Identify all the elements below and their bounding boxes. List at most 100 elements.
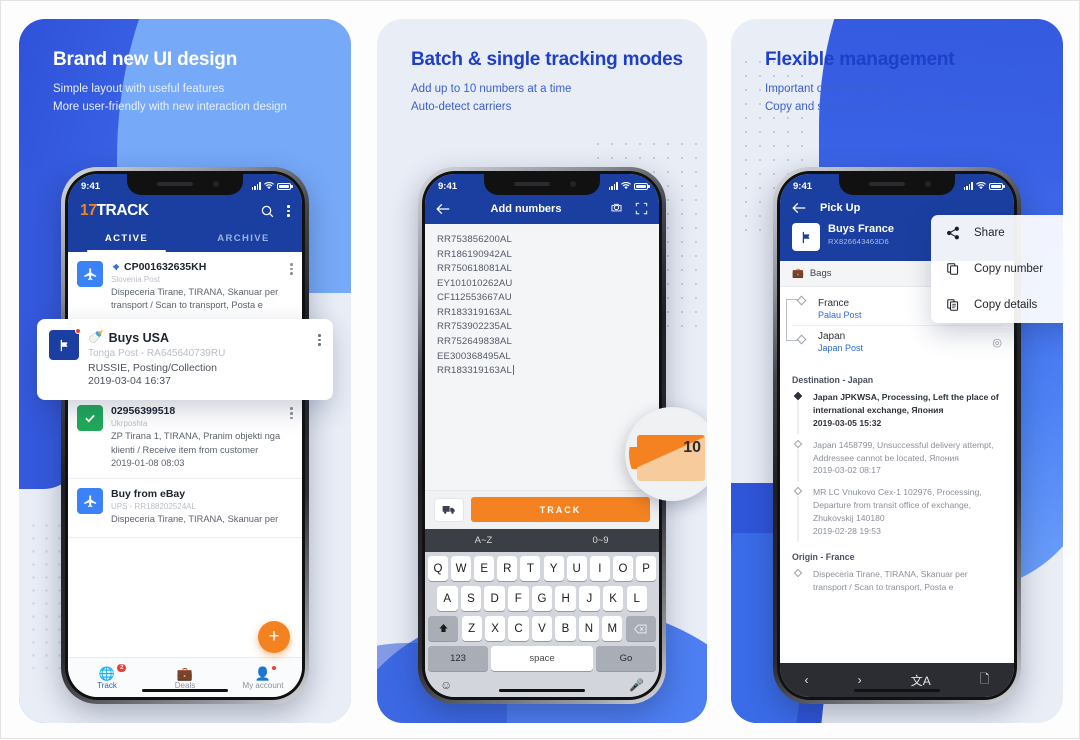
key-n[interactable]: N: [578, 616, 599, 641]
numbers-textarea[interactable]: RR753856200AL RR186190942AL RR750618081A…: [425, 224, 659, 490]
tab-active[interactable]: ACTIVE: [68, 226, 185, 252]
key-u[interactable]: U: [566, 556, 587, 581]
truck-icon[interactable]: [434, 497, 464, 522]
key-o[interactable]: O: [612, 556, 633, 581]
route-row-destination[interactable]: Japan Japan Post ◎: [792, 326, 1002, 358]
mode-numeric[interactable]: 0~9: [542, 529, 659, 552]
tab-archive[interactable]: ARCHIVE: [185, 226, 302, 252]
diamond-icon: [793, 487, 803, 496]
key-r[interactable]: R: [497, 556, 518, 581]
battery-icon: [277, 182, 293, 190]
speaker-grille: [869, 182, 905, 186]
keyboard-row-1: Q W E R T Y U I O P: [427, 556, 657, 581]
add-parcel-button[interactable]: +: [258, 621, 290, 653]
key-g[interactable]: G: [531, 586, 553, 611]
number-line: RR752649838AL: [437, 336, 512, 348]
key-f[interactable]: F: [508, 586, 529, 611]
key-j[interactable]: J: [579, 586, 600, 611]
key-w[interactable]: W: [451, 556, 472, 581]
speaker-grille: [157, 182, 193, 186]
key-k[interactable]: K: [602, 586, 624, 611]
text-caret: [512, 364, 515, 375]
kebab-menu-icon[interactable]: [290, 407, 293, 420]
kebab-menu-icon[interactable]: [290, 263, 293, 275]
add-numbers-app: 9:41 Add numbers RR753856200AL RR1861909…: [425, 174, 659, 697]
microphone-icon[interactable]: 🎤: [629, 678, 644, 692]
phone-bezel-2: 9:41 Add numbers RR753856200AL RR1861909…: [422, 171, 662, 700]
key-s[interactable]: S: [460, 586, 482, 611]
emoji-icon[interactable]: ☺: [440, 678, 452, 692]
key-h[interactable]: H: [555, 586, 576, 611]
promo-panel-brand-new-ui: Brand new UI design Simple layout with u…: [19, 19, 351, 723]
airplane-icon: [77, 488, 103, 515]
highlighted-parcel-card[interactable]: 🍼 Buys USA Tonga Post - RA645640739RU RU…: [37, 319, 333, 400]
tab-my-account-label: My account: [242, 680, 284, 690]
number-line: RR186190942AL: [437, 248, 512, 260]
shift-icon[interactable]: [428, 616, 459, 641]
key-y[interactable]: Y: [543, 556, 564, 581]
list-item-body: Buy from eBay UPS - RR188202524AL Dispec…: [111, 488, 292, 526]
package-list[interactable]: CP001632635KH Slovenia Post Dispeceria T…: [68, 252, 302, 657]
back-arrow-icon[interactable]: [792, 202, 806, 214]
key-l[interactable]: L: [626, 586, 647, 611]
key-a[interactable]: A: [437, 586, 458, 611]
key-p[interactable]: P: [636, 556, 657, 581]
qr-scan-icon[interactable]: [635, 202, 648, 215]
tab-deals[interactable]: 💼 Deals: [146, 666, 224, 690]
scan-package-icon[interactable]: [610, 202, 623, 215]
translate-icon[interactable]: 文A: [911, 672, 931, 689]
tracking-events[interactable]: Destination - Japan Japan JPKWSA, Proces…: [780, 362, 1014, 663]
backspace-icon[interactable]: [625, 616, 656, 641]
key-c[interactable]: C: [508, 616, 529, 641]
list-item-title: CP001632635KH: [111, 261, 292, 273]
unread-dot: [75, 328, 81, 334]
tab-track[interactable]: 🌐 2 Track: [68, 663, 146, 690]
tab-my-account[interactable]: 👤 My account: [224, 665, 302, 690]
route-carrier: Palau Post: [818, 310, 862, 320]
number-line: RR183319163AL: [437, 306, 512, 318]
target-icon[interactable]: ◎: [992, 336, 1002, 349]
kebab-menu-icon[interactable]: [287, 205, 290, 217]
route-country: France: [818, 298, 850, 309]
highlighted-card-body: 🍼 Buys USA Tonga Post - RA645640739RU RU…: [88, 330, 309, 387]
key-e[interactable]: E: [474, 556, 495, 581]
signal-icon: [251, 182, 261, 190]
notch: [484, 174, 600, 195]
account-icon: 👤: [224, 665, 302, 681]
key-space[interactable]: space: [491, 646, 593, 671]
key-d[interactable]: D: [484, 586, 505, 611]
key-m[interactable]: M: [602, 616, 623, 641]
context-menu[interactable]: Share Copy number Copy details: [931, 215, 1063, 323]
key-b[interactable]: B: [555, 616, 576, 641]
share-icon: [945, 226, 960, 240]
track-button[interactable]: TRACK: [471, 497, 650, 522]
copy-details-icon: [945, 298, 960, 312]
forward-chevron-icon[interactable]: ›: [858, 673, 862, 687]
magnifier-callout: 10: [625, 407, 707, 501]
list-item[interactable]: CP001632635KH Slovenia Post Dispeceria T…: [68, 252, 302, 324]
menu-item-share[interactable]: Share: [931, 215, 1063, 251]
mode-alpha[interactable]: A~Z: [425, 529, 542, 552]
key-z[interactable]: Z: [461, 616, 482, 641]
key-v[interactable]: V: [531, 616, 553, 641]
event-date: 2019-03-02 08:17: [813, 465, 881, 476]
kebab-menu-icon[interactable]: [318, 334, 321, 387]
list-item[interactable]: 02956399518 Ukrposhta ZP Tirana 1, TIRAN…: [68, 396, 302, 480]
panel2-subtitle: Add up to 10 numbers at a time Auto-dete…: [411, 81, 687, 117]
account-badge-dot: [272, 665, 277, 670]
key-t[interactable]: T: [520, 556, 541, 581]
key-go[interactable]: Go: [595, 646, 656, 671]
search-icon[interactable]: [261, 205, 274, 218]
key-x[interactable]: X: [485, 616, 506, 641]
list-item[interactable]: Buy from eBay UPS - RR188202524AL Dispec…: [68, 479, 302, 538]
key-numbers[interactable]: 123: [428, 646, 489, 671]
back-chevron-icon[interactable]: ‹: [805, 673, 809, 687]
page-icon[interactable]: 🗋: [980, 670, 990, 691]
menu-item-copy-number[interactable]: Copy number: [931, 251, 1063, 287]
key-i[interactable]: I: [589, 556, 610, 581]
key-q[interactable]: Q: [427, 556, 448, 581]
status-text: Dispeceria Tirane, TIRANA, Skanuar per: [111, 514, 279, 525]
number-line: EY101010262AU: [437, 277, 513, 289]
page-title: Batch & single tracking modes: [411, 49, 683, 70]
menu-item-copy-details[interactable]: Copy details: [931, 287, 1063, 323]
